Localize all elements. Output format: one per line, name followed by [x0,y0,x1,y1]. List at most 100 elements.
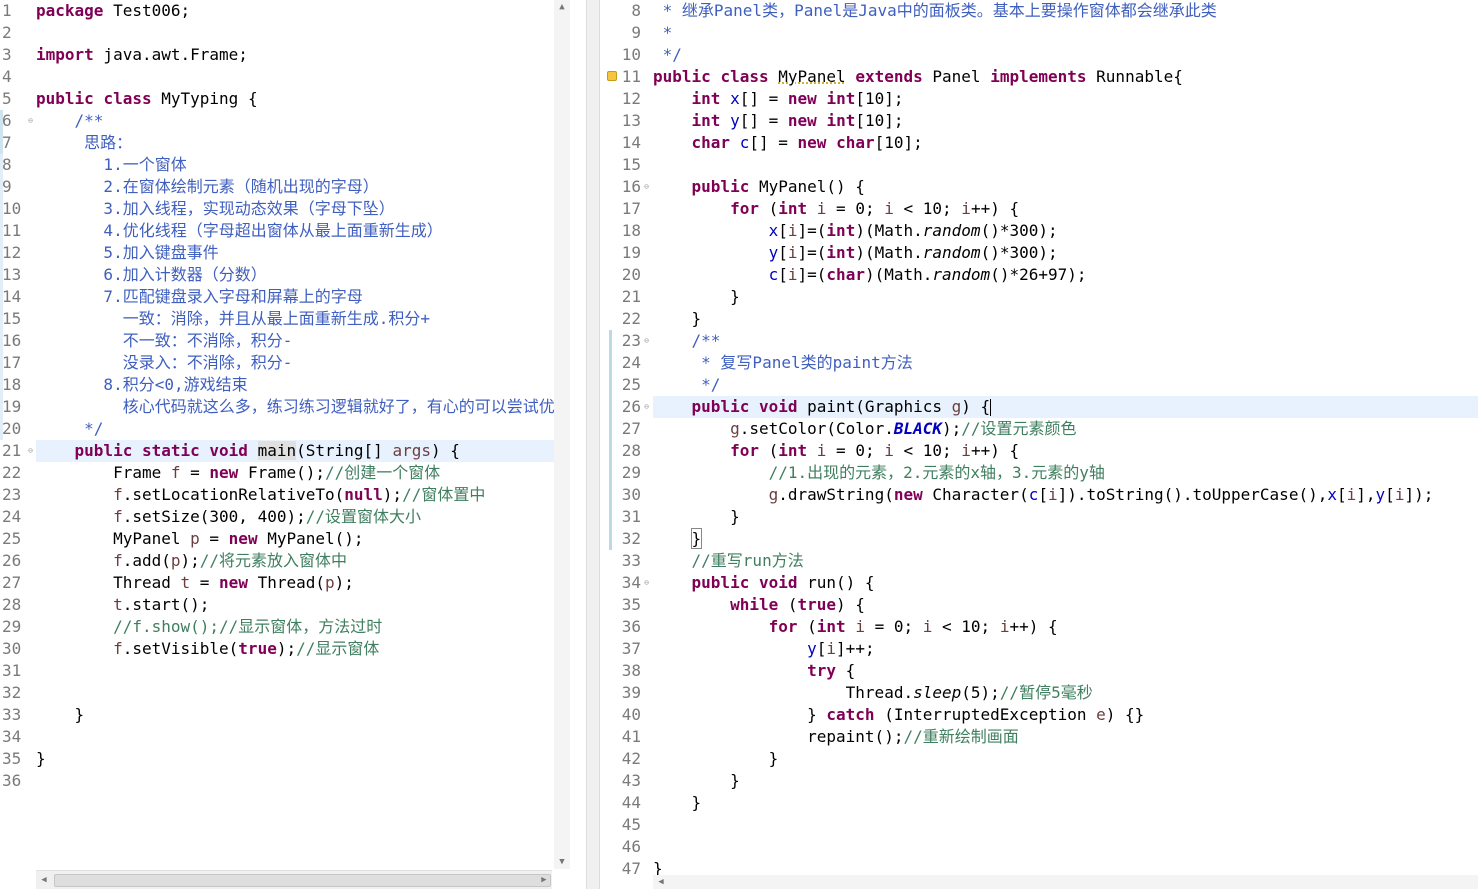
left-editor[interactable]: 1 2 3 4 5 6 ⊖ 7 8 9 10 11 12 13 14 15 16 17 18 19 20 21 ⊖ 22 23 2… [0,0,570,889]
code-line[interactable]: } [653,748,1478,770]
code-line[interactable] [36,726,570,748]
code-line[interactable]: /** [653,330,1478,352]
code-line[interactable] [653,154,1478,176]
right-code-area[interactable]: * 继承Panel类，Panel是Java中的面板类。基本上要操作窗体都会继承此… [653,0,1478,889]
code-line[interactable]: 不一致：不消除，积分- [36,330,570,352]
code-line[interactable]: 2.在窗体绘制元素（随机出现的字母） [36,176,570,198]
code-line[interactable]: 8.积分<0,游戏结束 [36,374,570,396]
editor-split-divider[interactable] [586,0,600,889]
code-line[interactable]: public static void main(String[] args) { [36,440,570,462]
code-line[interactable]: */ [653,374,1478,396]
code-line[interactable]: */ [653,44,1478,66]
warning-icon[interactable] [607,71,617,81]
code-line[interactable]: public class MyPanel extends Panel imple… [653,66,1478,88]
fold-toggle-icon[interactable]: ⊖ [642,336,651,345]
code-line[interactable]: * 复写Panel类的paint方法 [653,352,1478,374]
code-line[interactable]: f.add(p);//将元素放入窗体中 [36,550,570,572]
code-line[interactable]: repaint();//重新绘制画面 [653,726,1478,748]
scroll-up-arrow-icon[interactable]: ▲ [554,0,570,14]
code-line[interactable]: 3.加入线程，实现动态效果（字母下坠） [36,198,570,220]
code-line[interactable] [36,660,570,682]
code-line[interactable] [36,66,570,88]
code-line[interactable]: 4.优化线程（字母超出窗体从最上面重新生成） [36,220,570,242]
code-line[interactable]: /** [36,110,570,132]
left-code-area[interactable]: package Test006; import java.awt.Frame; pu… [36,0,570,889]
code-line[interactable]: for (int i = 0; i < 10; i++) { [653,198,1478,220]
code-line[interactable]: 7.匹配键盘录入字母和屏幕上的字母 [36,286,570,308]
code-line[interactable]: * 继承Panel类，Panel是Java中的面板类。基本上要操作窗体都会继承此… [653,0,1478,22]
scroll-down-arrow-icon[interactable]: ▼ [554,855,570,869]
code-line[interactable]: } [653,506,1478,528]
code-line[interactable]: } [653,770,1478,792]
code-line[interactable]: import java.awt.Frame; [36,44,570,66]
code-line[interactable]: 5.加入键盘事件 [36,242,570,264]
code-line[interactable]: public MyPanel() { [653,176,1478,198]
code-line[interactable]: } [653,286,1478,308]
code-line[interactable]: 核心代码就这么多，练习练习逻辑就好了，有心的可以尝试优化下！ [36,396,570,418]
code-line[interactable]: public void paint(Graphics g) { [653,396,1478,418]
code-line[interactable]: package Test006; [36,0,570,22]
code-line[interactable]: x[i]=(int)(Math.random()*300); [653,220,1478,242]
code-line[interactable]: try { [653,660,1478,682]
right-horizontal-scrollbar[interactable]: ◀ [653,875,1478,889]
line-number: 46 [621,837,641,856]
code-line[interactable]: */ [36,418,570,440]
code-line[interactable]: y[i]++; [653,638,1478,660]
code-line[interactable]: char c[] = new char[10]; [653,132,1478,154]
code-line[interactable]: 一致：消除，并且从最上面重新生成.积分+ [36,308,570,330]
code-line[interactable] [36,22,570,44]
code-line[interactable]: public class MyTyping { [36,88,570,110]
code-line[interactable]: Frame f = new Frame();//创建一个窗体 [36,462,570,484]
code-line[interactable]: } [653,308,1478,330]
code-line[interactable]: 思路： [36,132,570,154]
scroll-right-arrow-icon[interactable]: ▶ [536,873,552,887]
code-line[interactable]: Thread.sleep(5);//暂停5毫秒 [653,682,1478,704]
code-line[interactable]: //f.show();//显示窗体，方法过时 [36,616,570,638]
code-line[interactable]: for (int i = 0; i < 10; i++) { [653,616,1478,638]
line-number: 14 [2,287,22,306]
code-line[interactable]: for (int i = 0; i < 10; i++) { [653,440,1478,462]
code-line[interactable]: } catch (InterruptedException e) {} [653,704,1478,726]
code-line[interactable]: } [36,704,570,726]
code-line[interactable]: g.setColor(Color.BLACK);//设置元素颜色 [653,418,1478,440]
code-line[interactable]: f.setLocationRelativeTo(null);//窗体置中 [36,484,570,506]
code-line[interactable]: c[i]=(char)(Math.random()*26+97); [653,264,1478,286]
right-editor[interactable]: 8 9 10 11 12 13 14 15 16 ⊖ 17 18 19 20 21 22 23 ⊖ 24 25 26 ⊖ 2… [605,0,1478,889]
code-line[interactable]: int x[] = new int[10]; [653,88,1478,110]
code-line[interactable]: 没录入：不消除，积分- [36,352,570,374]
code-line[interactable]: y[i]=(int)(Math.random()*300); [653,242,1478,264]
fold-toggle-icon[interactable]: ⊖ [26,116,35,125]
code-line[interactable]: //重写run方法 [653,550,1478,572]
code-line[interactable]: 6.加入计数器（分数） [36,264,570,286]
left-vertical-scrollbar[interactable]: ▲ ▼ [554,0,570,869]
code-line[interactable]: //1.出现的元素，2.元素的x轴，3.元素的y轴 [653,462,1478,484]
code-line[interactable] [36,682,570,704]
code-line[interactable]: g.drawString(new Character(c[i]).toStrin… [653,484,1478,506]
code-line[interactable] [653,836,1478,858]
code-line[interactable]: } [36,748,570,770]
code-line[interactable]: } [653,792,1478,814]
fold-toggle-icon[interactable]: ⊖ [642,182,651,191]
code-line[interactable] [36,770,570,792]
code-line[interactable]: Thread t = new Thread(p); [36,572,570,594]
code-line[interactable]: f.setSize(300, 400);//设置窗体大小 [36,506,570,528]
line-number: 33 [621,551,641,570]
code-line[interactable]: t.start(); [36,594,570,616]
left-horizontal-scrollbar[interactable]: ◀ ▶ [36,870,552,889]
horizontal-scroll-thumb[interactable] [54,874,551,887]
fold-toggle-icon[interactable]: ⊖ [26,446,35,455]
code-line[interactable]: MyPanel p = new MyPanel(); [36,528,570,550]
scroll-left-arrow-icon[interactable]: ◀ [36,873,52,887]
code-line[interactable]: } [653,528,1478,550]
code-line[interactable]: 1.一个窗体 [36,154,570,176]
code-line[interactable]: f.setVisible(true);//显示窗体 [36,638,570,660]
line-number: 47 [621,859,641,878]
code-line[interactable]: int y[] = new int[10]; [653,110,1478,132]
fold-toggle-icon[interactable]: ⊖ [642,578,651,587]
code-line[interactable] [653,814,1478,836]
code-line[interactable]: while (true) { [653,594,1478,616]
code-line[interactable]: public void run() { [653,572,1478,594]
scroll-left-arrow-icon[interactable]: ◀ [653,875,669,889]
fold-toggle-icon[interactable]: ⊖ [642,402,651,411]
code-line[interactable]: * [653,22,1478,44]
